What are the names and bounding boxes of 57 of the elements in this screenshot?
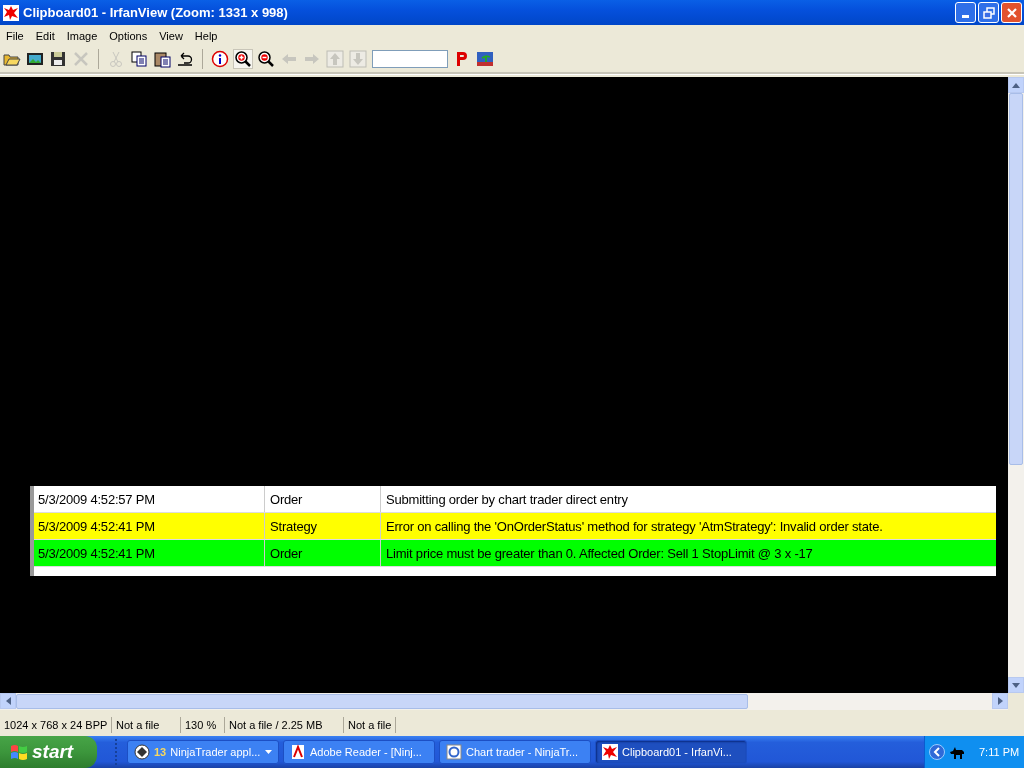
log-time: 5/3/2009 4:52:41 PM: [34, 513, 265, 539]
horizontal-scrollbar[interactable]: [0, 693, 1008, 710]
windows-flag-icon: [10, 743, 28, 761]
minimize-button[interactable]: [955, 2, 976, 23]
status-field: 130 %: [181, 717, 225, 733]
status-field: Not a file / 2.25 MB: [225, 717, 344, 733]
copy-icon[interactable]: [130, 50, 148, 68]
island-picture-icon[interactable]: [476, 50, 494, 68]
arrow-down-icon: [1012, 682, 1020, 688]
zoom-out-icon[interactable]: [257, 50, 275, 68]
splat-icon: [3, 4, 19, 21]
start-button[interactable]: start: [0, 736, 97, 768]
taskbar-button[interactable]: Adobe Reader - [Ninj...: [283, 740, 435, 764]
splat-icon: [602, 744, 618, 760]
log-message: Submitting order by chart trader direct entry: [385, 491, 628, 507]
menu-item[interactable]: View: [153, 29, 189, 42]
log-category: Order: [265, 486, 381, 512]
taskbar-button[interactable]: Clipboard01 - IrfanVi...: [595, 740, 747, 764]
menu-item[interactable]: File: [0, 29, 30, 42]
status-field: Not a file: [112, 717, 181, 733]
vertical-scrollbar[interactable]: [1008, 77, 1024, 693]
scroll-thumb[interactable]: [1009, 93, 1023, 465]
log-message: Limit price must be greater than 0. Affected Order: Sell 1 StopLimit @ 3 x -17: [385, 545, 813, 561]
undo-icon[interactable]: [176, 50, 194, 68]
taskbar-button[interactable]: 13 NinjaTrader appl...: [127, 740, 279, 764]
close-icon: [1005, 6, 1018, 19]
minimize-icon: [962, 14, 969, 18]
caret-icon: [265, 750, 272, 754]
window-title: Clipboard01 - IrfanView (Zoom: 1331 x 998): [23, 5, 288, 20]
document-icon: [290, 744, 306, 760]
target-icon: [134, 744, 150, 760]
zoom-in-icon[interactable]: [234, 50, 252, 68]
scroll-thumb[interactable]: [16, 694, 748, 709]
status-field: Not a file: [344, 717, 397, 733]
log-category: Order: [265, 540, 381, 566]
close-button[interactable]: [1001, 2, 1022, 23]
restore-icon: [982, 6, 995, 19]
menu-item[interactable]: Help: [188, 29, 224, 42]
taskbar-button[interactable]: Chart trader - NinjaTr...: [439, 740, 591, 764]
page-input-field[interactable]: [372, 50, 448, 68]
log-message: Error on calling the 'OnOrderStatus' method for strategy 'AtmStrategy': Invalid order state.: [385, 518, 883, 534]
arrow-left-icon: [5, 697, 11, 705]
paste-icon[interactable]: [153, 50, 171, 68]
menu-item[interactable]: Image: [60, 29, 104, 42]
log-time: 5/3/2009 4:52:57 PM: [34, 486, 265, 512]
restore-button[interactable]: [978, 2, 999, 23]
arrow-up-icon: [1012, 82, 1020, 88]
log-time: 5/3/2009 4:52:41 PM: [34, 540, 265, 566]
status-field: 1024 x 768 x 24 BPP: [0, 717, 112, 733]
menu-item[interactable]: Edit: [29, 29, 61, 42]
arrow-right-icon: [997, 697, 1003, 705]
clock: 7:11 PM: [979, 746, 1020, 758]
log-category: Strategy: [265, 513, 381, 539]
menu-item[interactable]: Options: [103, 29, 154, 42]
save-icon[interactable]: [49, 50, 67, 68]
info-icon[interactable]: [211, 50, 229, 68]
chevron-left-icon[interactable]: [929, 744, 945, 760]
